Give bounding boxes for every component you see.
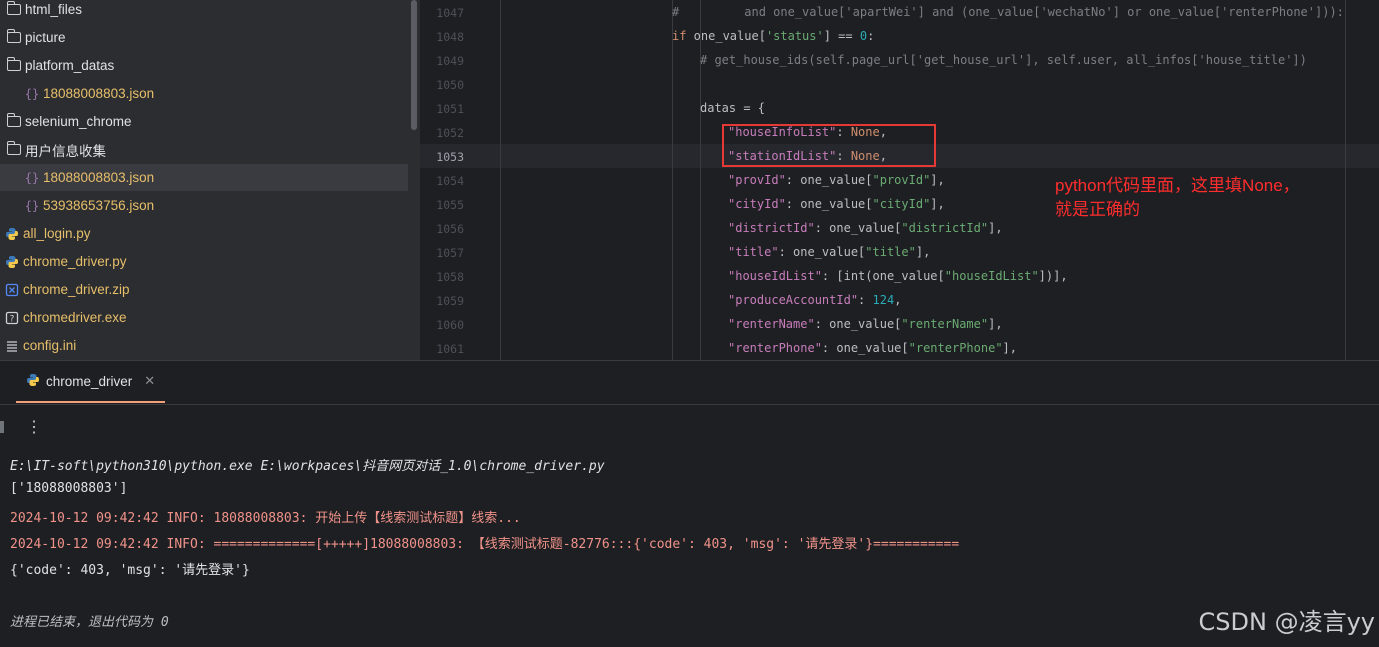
console-exit-message: 进程已结束，退出代码为 0 xyxy=(10,615,169,630)
line-number: 1051 xyxy=(436,102,464,116)
tree-file-zip[interactable]: chrome_driver.zip xyxy=(0,276,408,303)
line-number: 1048 xyxy=(436,30,464,44)
line-number: 1060 xyxy=(436,318,464,332)
console-output-line: 2024-10-12 09:42:42 INFO: =============[… xyxy=(10,537,960,552)
text-file-icon xyxy=(4,338,20,354)
tree-item-label: selenium_chrome xyxy=(25,114,132,129)
line-number: 1058 xyxy=(436,270,464,284)
code-line: # get_house_ids(self.page_url['get_house… xyxy=(700,53,1307,67)
tree-item-label: 18088008803.json xyxy=(43,170,155,185)
tree-file-chrome-driver-py[interactable]: chrome_driver.py xyxy=(0,248,408,275)
tree-file-ini[interactable]: config.ini xyxy=(0,332,408,359)
run-tab-label: chrome_driver xyxy=(46,373,133,389)
indent-guide xyxy=(672,0,673,360)
project-sidebar: html_files picture platform_datas {} 180… xyxy=(0,0,420,360)
code-line: "houseIdList": [int(one_value["houseIdLi… xyxy=(728,269,1068,283)
tree-item-label: config.ini xyxy=(23,338,77,353)
annotation-line: 就是正确的 xyxy=(1055,200,1140,219)
console-output-line: E:\IT-soft\python310\python.exe E:\workp… xyxy=(10,459,605,474)
tree-item-label: 18088008803.json xyxy=(43,86,155,101)
code-line: "produceAccountId": 124, xyxy=(728,293,902,307)
toolbar-handle[interactable] xyxy=(0,421,4,433)
line-number: 1050 xyxy=(436,78,464,92)
code-line: "provId": one_value["provId"], xyxy=(728,173,945,187)
tree-file-exe[interactable]: ? chromedriver.exe xyxy=(0,304,408,331)
code-line: # and one_value['apartWei'] and (one_val… xyxy=(672,5,1344,19)
line-number: 1055 xyxy=(436,198,464,212)
sidebar-scrollbar[interactable] xyxy=(411,0,417,130)
code-line: "renterPhone": one_value["renterPhone"], xyxy=(728,341,1017,355)
folder-icon xyxy=(6,113,22,130)
tree-item-label: chrome_driver.zip xyxy=(23,282,130,297)
svg-text:?: ? xyxy=(10,314,15,324)
tree-item-label: picture xyxy=(25,30,66,45)
json-file-icon: {} xyxy=(24,170,40,185)
annotation-highlight-box xyxy=(722,124,936,167)
tree-folder-selenium-chrome[interactable]: selenium_chrome xyxy=(0,108,408,135)
line-number: 1054 xyxy=(436,174,464,188)
code-editor[interactable]: 1047 1048 1049 1050 1051 1052 1053 1054 … xyxy=(420,0,1379,360)
tree-item-label: 用户信息收集 xyxy=(25,143,106,159)
tree-folder-picture[interactable]: picture xyxy=(0,24,408,51)
line-number: 1057 xyxy=(436,246,464,260)
tree-file-json[interactable]: {} 53938653756.json xyxy=(0,192,408,219)
tree-item-label: chrome_driver.py xyxy=(23,254,127,269)
code-line: "title": one_value["title"], xyxy=(728,245,931,259)
run-tab[interactable]: chrome_driver ✕ xyxy=(16,361,165,403)
line-number: 1047 xyxy=(436,6,464,20)
line-number: 1049 xyxy=(436,54,464,68)
tree-item-label: all_login.py xyxy=(23,226,91,241)
annotation-line: python代码里面，这里填None， xyxy=(1055,176,1300,195)
python-file-icon xyxy=(4,226,20,242)
tree-item-label: 53938653756.json xyxy=(43,198,155,213)
json-file-icon: {} xyxy=(24,198,40,213)
annotation-note: python代码里面，这里填None， 就是正确的 xyxy=(1055,174,1355,222)
json-file-icon: {} xyxy=(24,86,40,101)
code-line: "districtId": one_value["districtId"], xyxy=(728,221,1003,235)
line-number: 1059 xyxy=(436,294,464,308)
indent-guide xyxy=(500,0,501,360)
tree-folder-platform-datas[interactable]: platform_datas xyxy=(0,52,408,79)
tree-file-json[interactable]: {} 18088008803.json xyxy=(0,80,408,107)
archive-file-icon xyxy=(4,282,20,298)
python-file-icon xyxy=(26,373,40,390)
code-line: datas = { xyxy=(700,101,766,115)
python-file-icon xyxy=(4,254,20,270)
tree-item-label: chromedriver.exe xyxy=(23,310,127,325)
folder-icon xyxy=(6,1,22,18)
console-output-line: 2024-10-12 09:42:42 INFO: 18088008803: 开… xyxy=(10,511,521,526)
console-output-line: ['18088008803'] xyxy=(10,481,128,496)
line-number: 1061 xyxy=(436,342,464,356)
more-options-icon[interactable]: ⋮ xyxy=(26,417,42,437)
line-number: 1056 xyxy=(436,222,464,236)
run-toolbar: ⋮ xyxy=(0,412,60,440)
folder-icon xyxy=(6,57,22,74)
tree-folder-user-info[interactable]: 用户信息收集 xyxy=(0,136,408,163)
close-icon[interactable]: ✕ xyxy=(144,373,155,389)
line-number-current: 1053 xyxy=(436,150,464,164)
run-tab-bar: chrome_driver ✕ xyxy=(0,361,1379,405)
watermark: CSDN @凌言yy xyxy=(1198,608,1375,636)
code-line: "renterName": one_value["renterName"], xyxy=(728,317,1003,331)
tree-item-label: platform_datas xyxy=(25,58,115,73)
tree-folder-html-files[interactable]: html_files xyxy=(0,0,408,23)
console-output-line: {'code': 403, 'msg': '请先登录'} xyxy=(10,563,250,578)
unknown-file-icon: ? xyxy=(4,310,20,326)
tree-item-label: html_files xyxy=(25,2,83,17)
tree-file-all-login[interactable]: all_login.py xyxy=(0,220,408,247)
code-line: if one_value['status'] == 0: xyxy=(672,29,875,43)
tree-file-json-selected[interactable]: {} 18088008803.json xyxy=(0,164,408,191)
folder-icon xyxy=(6,29,22,46)
folder-icon xyxy=(6,141,22,158)
line-number: 1052 xyxy=(436,126,464,140)
code-line: "cityId": one_value["cityId"], xyxy=(728,197,945,211)
